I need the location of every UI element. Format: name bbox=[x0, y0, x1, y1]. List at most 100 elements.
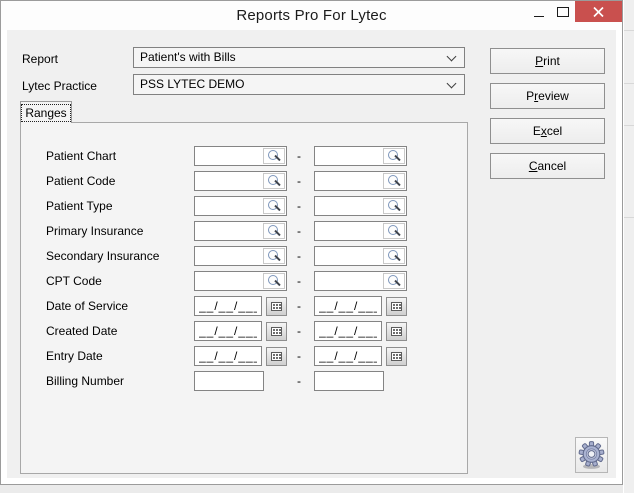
secondary-insurance-from-group bbox=[194, 246, 287, 266]
row-label-secondary-insurance: Secondary Insurance bbox=[46, 249, 160, 263]
cpt-code-to-group bbox=[314, 271, 407, 291]
date-of-service-from-input[interactable] bbox=[194, 296, 262, 316]
row-label-date-of-service: Date of Service bbox=[46, 299, 129, 313]
row-label-entry-date: Entry Date bbox=[46, 349, 103, 363]
range-row-cpt-code: CPT Code - bbox=[21, 271, 467, 291]
patient-type-to-input[interactable] bbox=[315, 197, 383, 215]
cpt-code-from-lookup-button[interactable] bbox=[263, 273, 285, 289]
entry-date-from-input[interactable] bbox=[194, 346, 262, 366]
report-dropdown-value: Patient's with Bills bbox=[140, 50, 236, 64]
range-separator: - bbox=[297, 374, 301, 388]
magnifier-handle-icon bbox=[394, 154, 401, 162]
patient-type-to-group bbox=[314, 196, 407, 216]
range-row-patient-code: Patient Code - bbox=[21, 171, 467, 191]
secondary-insurance-from-input[interactable] bbox=[195, 247, 263, 265]
cancel-button[interactable]: Cancel bbox=[490, 153, 605, 179]
practice-dropdown[interactable]: PSS LYTEC DEMO bbox=[133, 74, 465, 95]
secondary-insurance-to-lookup-button[interactable] bbox=[383, 248, 405, 264]
cpt-code-to-lookup-button[interactable] bbox=[383, 273, 405, 289]
magnifier-handle-icon bbox=[274, 179, 281, 187]
minimize-button[interactable] bbox=[527, 1, 551, 22]
range-row-patient-type: Patient Type - bbox=[21, 196, 467, 216]
range-row-created-date: Created Date - bbox=[21, 321, 467, 341]
entry-date-from-calendar-button[interactable] bbox=[266, 347, 287, 366]
range-row-entry-date: Entry Date - bbox=[21, 346, 467, 366]
range-separator: - bbox=[297, 199, 301, 213]
cpt-code-from-input[interactable] bbox=[195, 272, 263, 290]
secondary-insurance-from-lookup-button[interactable] bbox=[263, 248, 285, 264]
magnifier-handle-icon bbox=[274, 229, 281, 237]
patient-chart-to-group bbox=[314, 146, 407, 166]
patient-type-from-lookup-button[interactable] bbox=[263, 198, 285, 214]
magnifier-handle-icon bbox=[394, 229, 401, 237]
patient-code-from-lookup-button[interactable] bbox=[263, 173, 285, 189]
billing-number-to-input[interactable] bbox=[314, 371, 384, 391]
patient-chart-to-lookup-button[interactable] bbox=[383, 148, 405, 164]
entry-date-to-input[interactable] bbox=[314, 346, 382, 366]
magnifier-handle-icon bbox=[274, 279, 281, 287]
secondary-insurance-to-input[interactable] bbox=[315, 247, 383, 265]
date-of-service-from-calendar-button[interactable] bbox=[266, 297, 287, 316]
patient-code-from-input[interactable] bbox=[195, 172, 263, 190]
practice-dropdown-value: PSS LYTEC DEMO bbox=[140, 77, 245, 91]
row-label-cpt-code: CPT Code bbox=[46, 274, 102, 288]
row-label-patient-chart: Patient Chart bbox=[46, 149, 117, 163]
preview-button[interactable]: Preview bbox=[490, 83, 605, 109]
range-row-date-of-service: Date of Service - bbox=[21, 296, 467, 316]
patient-type-from-group bbox=[194, 196, 287, 216]
range-separator: - bbox=[297, 224, 301, 238]
created-date-from-calendar-button[interactable] bbox=[266, 322, 287, 341]
magnifier-handle-icon bbox=[394, 179, 401, 187]
maximize-icon bbox=[557, 6, 569, 17]
calendar-icon bbox=[391, 302, 402, 311]
range-separator: - bbox=[297, 274, 301, 288]
range-separator: - bbox=[297, 149, 301, 163]
magnifier-handle-icon bbox=[394, 204, 401, 212]
row-label-patient-type: Patient Type bbox=[46, 199, 113, 213]
chevron-down-icon bbox=[446, 51, 457, 62]
close-button[interactable] bbox=[575, 1, 622, 22]
range-row-secondary-insurance: Secondary Insurance - bbox=[21, 246, 467, 266]
row-label-created-date: Created Date bbox=[46, 324, 118, 338]
primary-insurance-to-input[interactable] bbox=[315, 222, 383, 240]
patient-chart-to-input[interactable] bbox=[315, 147, 383, 165]
print-button[interactable]: Print bbox=[490, 48, 605, 74]
magnifier-handle-icon bbox=[394, 279, 401, 287]
titlebar[interactable]: Reports Pro For Lytec bbox=[1, 1, 622, 30]
patient-type-from-input[interactable] bbox=[195, 197, 263, 215]
created-date-to-input[interactable] bbox=[314, 321, 382, 341]
magnifier-handle-icon bbox=[274, 254, 281, 262]
cpt-code-to-input[interactable] bbox=[315, 272, 383, 290]
created-date-to-calendar-button[interactable] bbox=[386, 322, 407, 341]
primary-insurance-from-input[interactable] bbox=[195, 222, 263, 240]
reports-pro-dialog: Reports Pro For Lytec Report Patient's w… bbox=[0, 0, 623, 485]
patient-type-to-lookup-button[interactable] bbox=[383, 198, 405, 214]
tab-ranges[interactable]: Ranges bbox=[20, 101, 72, 123]
patient-chart-from-group bbox=[194, 146, 287, 166]
report-dropdown[interactable]: Patient's with Bills bbox=[133, 47, 465, 68]
calendar-icon bbox=[391, 352, 402, 361]
ranges-panel: Patient Chart - Patient Code - Patient Type -… bbox=[20, 122, 468, 474]
patient-chart-from-input[interactable] bbox=[195, 147, 263, 165]
patient-chart-from-lookup-button[interactable] bbox=[263, 148, 285, 164]
date-of-service-to-input[interactable] bbox=[314, 296, 382, 316]
magnifier-handle-icon bbox=[274, 204, 281, 212]
primary-insurance-from-group bbox=[194, 221, 287, 241]
primary-insurance-to-group bbox=[314, 221, 407, 241]
maximize-button[interactable] bbox=[551, 1, 575, 22]
calendar-icon bbox=[391, 327, 402, 336]
range-separator: - bbox=[297, 249, 301, 263]
primary-insurance-from-lookup-button[interactable] bbox=[263, 223, 285, 239]
calendar-icon bbox=[271, 302, 282, 311]
practice-label: Lytec Practice bbox=[22, 79, 97, 93]
patient-code-to-input[interactable] bbox=[315, 172, 383, 190]
primary-insurance-to-lookup-button[interactable] bbox=[383, 223, 405, 239]
patient-code-to-lookup-button[interactable] bbox=[383, 173, 405, 189]
date-of-service-to-calendar-button[interactable] bbox=[386, 297, 407, 316]
created-date-from-input[interactable] bbox=[194, 321, 262, 341]
billing-number-from-input[interactable] bbox=[194, 371, 264, 391]
entry-date-to-calendar-button[interactable] bbox=[386, 347, 407, 366]
secondary-insurance-to-group bbox=[314, 246, 407, 266]
excel-button[interactable]: Excel bbox=[490, 118, 605, 144]
settings-button[interactable] bbox=[575, 437, 608, 473]
